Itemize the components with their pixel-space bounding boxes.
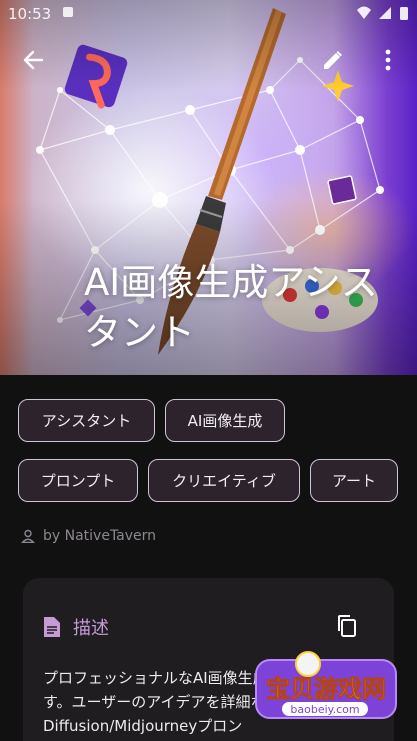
page-title: AI画像生成アシス タント [84,258,404,358]
svg-text:baobeiy.com: baobeiy.com [290,703,359,716]
watermark-logo: 宝贝游戏网 baobeiy.com [255,651,397,719]
signal-icon [379,7,391,19]
wifi-icon [357,6,371,19]
battery-icon [400,7,408,20]
tag-assistant[interactable]: アシスタント [18,399,155,442]
description-header: 描述 [43,614,109,640]
tag-list: アシスタント AI画像生成 プロンプト クリエイティブ アート [18,399,408,519]
back-button[interactable] [17,44,49,76]
status-time: 10:53 [8,5,52,23]
pencil-icon [324,51,342,69]
tag-row-2: プロンプト クリエイティブ アート [18,459,408,502]
description-title: 描述 [73,618,109,639]
tag-ai-image[interactable]: AI画像生成 [165,399,285,442]
tag-prompt[interactable]: プロンプト [18,459,138,502]
tag-art[interactable]: アート [310,459,398,502]
person-icon [21,529,35,543]
notification-icon [63,7,73,17]
tag-creative[interactable]: クリエイティブ [148,459,300,502]
more-button[interactable] [374,44,402,76]
title-line-2: タント [84,311,195,354]
edit-button[interactable] [317,44,349,76]
svg-text:宝贝游戏网: 宝贝游戏网 [266,675,386,703]
more-vert-icon [385,49,391,71]
hero-banner: 10:53 AI画像生成アシス タント [0,0,417,375]
arrow-back-icon [23,50,44,70]
copy-button[interactable] [336,614,360,638]
author-name: by NativeTavern [43,528,157,544]
document-icon [44,617,60,637]
title-line-1: AI画像生成アシス [84,261,378,304]
copy-icon [338,615,356,637]
tag-row-1: アシスタント AI画像生成 [18,399,408,442]
author-line: by NativeTavern [21,528,156,544]
status-bar: 10:53 [0,0,417,28]
